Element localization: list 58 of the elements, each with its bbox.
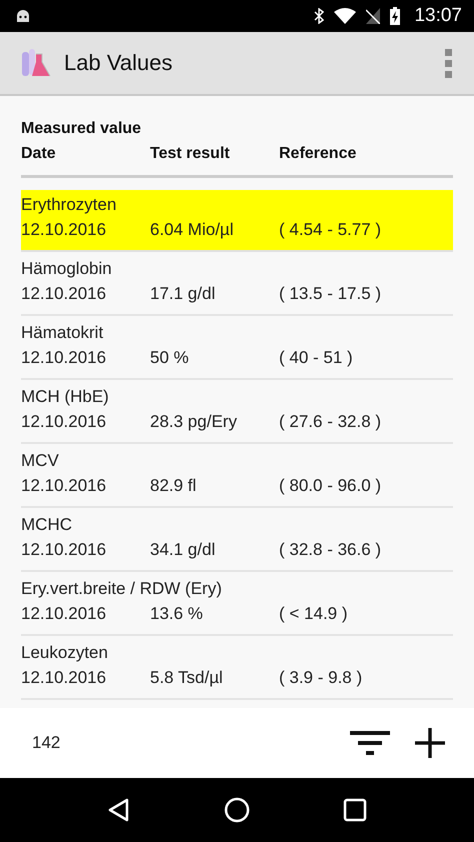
- wifi-icon: [334, 8, 356, 24]
- result-cell-text: 13.6 %: [150, 603, 204, 625]
- result-cell-text: 28.3 pg/Ery: [150, 411, 238, 433]
- android-icon: [16, 10, 30, 22]
- result-row[interactable]: MCH (HbE) 12.10.2016 28.3 pg/Ery ( 27.6 - 32.8 ): [21, 382, 453, 444]
- date-cell-text: 12.10.2016: [21, 539, 108, 561]
- column-header: Reference: [279, 145, 356, 164]
- test-name: MCHC: [21, 514, 73, 536]
- result-cell-text: 5.8 Tsd/µl: [150, 667, 224, 689]
- test-name: MCH (HbE): [21, 386, 110, 408]
- battery-icon: [390, 7, 400, 25]
- result-cell-text: 34.1 g/dl: [150, 539, 216, 561]
- home-icon[interactable]: [224, 797, 250, 823]
- result-row[interactable]: Erythrozyten 12.10.2016 6.04 Mio/µl ( 4.54 - 5.77 ): [21, 190, 453, 252]
- result-row[interactable]: MCV 12.10.2016 82.9 fl ( 80.0 - 96.0 ): [21, 446, 453, 508]
- test-name: Ery.vert.breite / RDW (Ery): [21, 578, 223, 600]
- reference-cell-text: ( 3.9 - 9.8 ): [279, 667, 362, 689]
- filter-icon[interactable]: [350, 729, 390, 757]
- reference-cell-text: ( 80.0 - 96.0 ): [279, 475, 382, 497]
- result-row[interactable]: Ery.vert.breite / RDW (Ery) 12.10.2016 13.6 % ( < 14.9 ): [21, 574, 453, 636]
- result-cell-text: 6.04 Mio/µl: [150, 219, 234, 241]
- reference-cell-text: ( 32.8 - 36.6 ): [279, 539, 382, 561]
- result-row[interactable]: Leukozyten 12.10.2016 5.8 Tsd/µl ( 3.9 - 9.8 ): [21, 638, 453, 700]
- column-header: Date: [21, 145, 57, 164]
- date-cell-text: 12.10.2016: [21, 667, 108, 689]
- result-cell-text: 17.1 g/dl: [150, 283, 216, 305]
- date-cell-text: 12.10.2016: [21, 283, 108, 305]
- date-cell-text: 12.10.2016: [21, 411, 108, 433]
- test-name: Leukozyten: [21, 642, 109, 664]
- result-row[interactable]: MCHC 12.10.2016 34.1 g/dl ( 32.8 - 36.6 ): [21, 510, 453, 572]
- test-name: MCV: [21, 450, 60, 472]
- result-row[interactable]: Hämoglobin 12.10.2016 17.1 g/dl ( 13.5 - 17.5 ): [21, 254, 453, 316]
- reference-cell-text: ( 13.5 - 17.5 ): [279, 283, 382, 305]
- reference-cell-text: ( 40 - 51 ): [279, 347, 353, 369]
- more-options-icon[interactable]: [445, 48, 452, 78]
- result-cell-text: 82.9 fl: [150, 475, 198, 497]
- date-cell-text: 12.10.2016: [21, 219, 108, 241]
- test-name: Hämatokrit: [21, 322, 104, 344]
- clock-time: 13:07: [414, 5, 462, 27]
- back-icon[interactable]: [106, 798, 131, 822]
- app-title: Lab Values: [64, 50, 172, 76]
- group-heading: Measured value: [21, 120, 142, 139]
- result-cell-text: 50 %: [150, 347, 190, 369]
- add-icon[interactable]: [414, 727, 446, 759]
- no-signal-icon: [366, 8, 380, 24]
- reference-cell-text: ( < 14.9 ): [279, 603, 348, 625]
- date-cell-text: 12.10.2016: [21, 475, 108, 497]
- recents-icon[interactable]: [343, 798, 368, 822]
- record-count: 142: [32, 733, 60, 753]
- bluetooth-icon: [314, 8, 324, 24]
- reference-cell-text: ( 4.54 - 5.77 ): [279, 219, 382, 241]
- date-cell-text: 12.10.2016: [21, 347, 108, 369]
- reference-cell-text: ( 27.6 - 32.8 ): [279, 411, 382, 433]
- date-cell-text: 12.10.2016: [21, 603, 108, 625]
- result-row[interactable]: Hämatokrit 12.10.2016 50 % ( 40 - 51 ): [21, 318, 453, 380]
- test-name: Hämoglobin: [21, 258, 113, 280]
- test-name: Erythrozyten: [21, 194, 118, 216]
- column-header: Test result: [150, 145, 231, 164]
